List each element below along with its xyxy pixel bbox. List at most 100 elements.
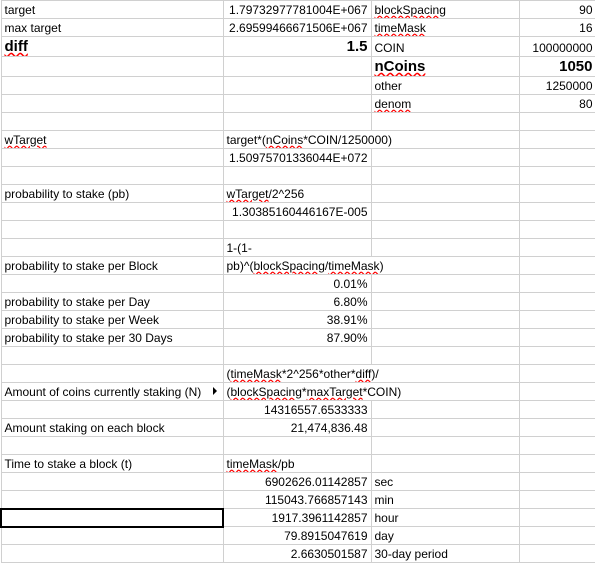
cell-empty[interactable] — [519, 167, 595, 185]
label-pb-30d[interactable]: probability to stake per 30 Days — [1, 329, 223, 347]
cell-empty[interactable] — [371, 401, 519, 419]
cell-empty[interactable] — [519, 437, 595, 455]
value-ncoins[interactable]: 1050 — [519, 57, 595, 77]
label-timemask[interactable]: timeMask — [371, 19, 519, 37]
cell-empty[interactable] — [519, 293, 595, 311]
value-pb-week[interactable]: 38.91% — [223, 311, 371, 329]
cell-empty[interactable] — [1, 401, 223, 419]
label-pb-week[interactable]: probability to stake per Week — [1, 311, 223, 329]
unit-min[interactable]: min — [371, 491, 519, 509]
value-pb-30d[interactable]: 87.90% — [223, 329, 371, 347]
cell-empty[interactable] — [519, 419, 595, 437]
cell-empty[interactable] — [223, 437, 371, 455]
cell-empty[interactable] — [371, 311, 519, 329]
cell-empty[interactable] — [1, 203, 223, 221]
cell-empty[interactable] — [371, 149, 519, 167]
formula-amount-staking-pt1[interactable]: (timeMask*2^256*other*diff)/ — [223, 365, 519, 383]
cell-empty[interactable] — [371, 293, 519, 311]
cell-empty[interactable] — [371, 113, 519, 131]
label-time-to-stake[interactable]: Time to stake a block (t) — [1, 455, 223, 473]
value-amount-each-block[interactable]: 21,474,836.48 — [223, 419, 371, 437]
label-coin[interactable]: COIN — [371, 37, 519, 57]
cell-empty[interactable] — [519, 491, 595, 509]
cell-empty[interactable] — [519, 275, 595, 293]
cell-empty[interactable] — [1, 473, 223, 491]
cell-empty[interactable] — [1, 149, 223, 167]
value-maxtarget[interactable]: 2.69599466671506E+067 — [223, 19, 371, 37]
cell-empty[interactable] — [1, 347, 223, 365]
cell-empty[interactable] — [371, 347, 519, 365]
value-time-sec[interactable]: 6902626.01142857 — [223, 473, 371, 491]
cell-empty[interactable] — [1, 527, 223, 545]
cell-empty[interactable] — [223, 113, 371, 131]
label-denom[interactable]: denom — [371, 95, 519, 113]
cell-empty[interactable] — [519, 365, 595, 383]
label-amount-staking[interactable]: Amount of coins currently staking (N) — [1, 383, 223, 401]
cell-empty[interactable] — [519, 257, 595, 275]
unit-30day[interactable]: 30-day period — [371, 545, 519, 563]
value-pb[interactable]: 1.30385160446167E-005 — [223, 203, 371, 221]
formula-time-to-stake[interactable]: timeMask/pb — [223, 455, 371, 473]
value-time-day[interactable]: 79.8915047619 — [223, 527, 371, 545]
cell-empty[interactable] — [223, 77, 371, 95]
cell-empty[interactable] — [519, 545, 595, 563]
cell-empty[interactable] — [519, 311, 595, 329]
cell-empty[interactable] — [1, 437, 223, 455]
cell-empty[interactable] — [519, 131, 595, 149]
cell-empty[interactable] — [1, 275, 223, 293]
formula-pb-block-pt2[interactable]: pb)^(blockSpacing/timeMask) — [223, 257, 519, 275]
cell-empty[interactable] — [223, 95, 371, 113]
cell-empty[interactable] — [519, 149, 595, 167]
label-pb-day[interactable]: probability to stake per Day — [1, 293, 223, 311]
cell-empty[interactable] — [371, 185, 519, 203]
cell-empty[interactable] — [519, 383, 595, 401]
value-wtarget[interactable]: 1.50975701336044E+072 — [223, 149, 371, 167]
cell-empty[interactable] — [519, 509, 595, 527]
cell-empty[interactable] — [371, 419, 519, 437]
value-denom[interactable]: 80 — [519, 95, 595, 113]
unit-sec[interactable]: sec — [371, 473, 519, 491]
cell-empty[interactable] — [1, 221, 223, 239]
cell-empty[interactable] — [1, 77, 223, 95]
value-pb-day[interactable]: 6.80% — [223, 293, 371, 311]
value-target[interactable]: 1.79732977781004E+067 — [223, 1, 371, 19]
cell-empty[interactable] — [371, 455, 519, 473]
value-diff[interactable]: 1.5 — [223, 37, 371, 57]
label-pb-block[interactable]: probability to stake per Block — [1, 257, 223, 275]
value-other[interactable]: 1250000 — [519, 77, 595, 95]
cell-empty[interactable] — [519, 185, 595, 203]
cell-empty[interactable] — [223, 57, 371, 77]
cell-empty[interactable] — [1, 167, 223, 185]
cell-empty[interactable] — [223, 167, 371, 185]
cell-empty[interactable] — [223, 347, 371, 365]
formula-pb-block-pt1[interactable]: 1-(1- — [223, 239, 371, 257]
cell-empty[interactable] — [519, 239, 595, 257]
formula-amount-staking-pt2[interactable]: (blockSpacing*maxTarget*COIN) — [223, 383, 519, 401]
cell-empty[interactable] — [371, 167, 519, 185]
value-amount-staking[interactable]: 14316557.6533333 — [223, 401, 371, 419]
cell-empty[interactable] — [371, 239, 519, 257]
unit-day[interactable]: day — [371, 527, 519, 545]
label-pb[interactable]: probability to stake (pb) — [1, 185, 223, 203]
cell-empty[interactable] — [1, 57, 223, 77]
value-time-min[interactable]: 115043.766857143 — [223, 491, 371, 509]
cell-empty[interactable] — [1, 365, 223, 383]
cell-empty[interactable] — [1, 491, 223, 509]
value-time-30day[interactable]: 2.6630501587 — [223, 545, 371, 563]
cell-empty[interactable] — [371, 203, 519, 221]
label-target[interactable]: target — [1, 1, 223, 19]
value-coin[interactable]: 100000000 — [519, 37, 595, 57]
cell-empty[interactable] — [519, 455, 595, 473]
label-wtarget[interactable]: wTarget — [1, 131, 223, 149]
cell-empty[interactable] — [371, 275, 519, 293]
label-amount-each-block[interactable]: Amount staking on each block — [1, 419, 223, 437]
cell-empty[interactable] — [371, 221, 519, 239]
label-diff[interactable]: diff — [1, 37, 223, 57]
value-time-hour[interactable]: 1917.3961142857 — [223, 509, 371, 527]
label-other[interactable]: other — [371, 77, 519, 95]
cell-empty[interactable] — [1, 113, 223, 131]
cell-empty[interactable] — [519, 221, 595, 239]
cell-empty[interactable] — [519, 347, 595, 365]
value-pb-block[interactable]: 0.01% — [223, 275, 371, 293]
cell-empty[interactable] — [519, 203, 595, 221]
